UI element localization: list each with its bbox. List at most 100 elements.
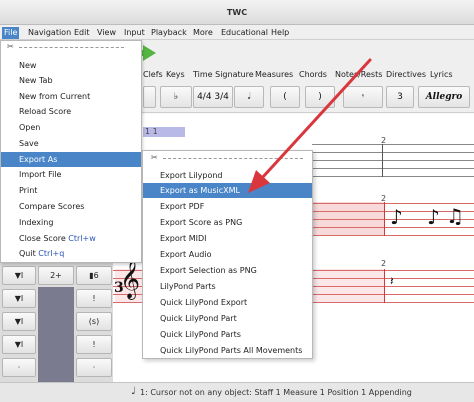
duration-button[interactable]: (s) (76, 312, 112, 331)
menu-item-new-from-current[interactable]: New from Current (1, 89, 141, 104)
left-panel-column (38, 287, 74, 382)
palette-button-time-sig[interactable]: 4/4 3/4 (193, 86, 233, 108)
menu-item-label: Indexing (19, 218, 54, 227)
palette-button-allegro[interactable]: Allegro (418, 86, 470, 108)
menu-item-label: Open (19, 123, 41, 132)
menu-item-label: Compare Scores (19, 202, 85, 211)
export-submenu: ✂ Export Lilypond Export as MusicXML Exp… (142, 150, 313, 359)
staff-line (312, 176, 474, 177)
menu-item-label: Import File (19, 170, 62, 179)
menu-item-indexing[interactable]: Indexing (1, 215, 141, 230)
duration-button[interactable]: ▼I (2, 312, 36, 331)
tearoff-line[interactable] (163, 158, 303, 159)
rest-symbol[interactable]: 𝄽 (390, 274, 394, 289)
menu-playback[interactable]: Playback (149, 27, 189, 39)
menu-item-export-musicxml[interactable]: Export as MusicXML (143, 183, 312, 198)
menu-item-quit[interactable]: Quit Ctrl+q (1, 246, 141, 261)
menu-item-label: Save (19, 139, 39, 148)
palette-button-triplet[interactable]: 3 (386, 86, 414, 108)
menu-item-export-lilypond[interactable]: Export Lilypond (143, 168, 312, 183)
note-eighth[interactable]: ♫ (446, 206, 464, 226)
duration-button[interactable]: · (2, 358, 36, 377)
scissors-icon[interactable]: ✂ (7, 42, 14, 51)
palette-button-rest[interactable]: 𝄾 (343, 86, 383, 108)
menu-view[interactable]: View (95, 27, 118, 39)
note-eighth[interactable]: ♪ (390, 207, 403, 227)
tab-time-signature[interactable]: Time Signature (193, 70, 254, 79)
tab-notes-rests[interactable]: Notes/Rests (335, 70, 382, 79)
menu-item-save[interactable]: Save (1, 136, 141, 151)
play-icon[interactable] (143, 45, 156, 61)
menu-item-label: New from Current (19, 92, 91, 101)
menu-input[interactable]: Input (122, 27, 147, 39)
menu-item-export-as[interactable]: Export As (1, 152, 141, 167)
menu-item-export-pdf[interactable]: Export PDF (143, 199, 312, 214)
palette-button-left[interactable] (143, 86, 156, 108)
menu-item-export-score-png[interactable]: Export Score as PNG (143, 215, 312, 230)
menu-item-import-file[interactable]: Import File (1, 167, 141, 182)
menu-item-quick-lilypond-export[interactable]: Quick LilyPond Export (143, 295, 312, 310)
menu-item-close-score[interactable]: Close Score Ctrl+w (1, 231, 141, 246)
tab-keys[interactable]: Keys (166, 70, 185, 79)
staff-line (312, 160, 474, 161)
menu-help[interactable]: Help (269, 27, 291, 39)
barline (382, 144, 383, 177)
duration-button[interactable]: ▼I (2, 289, 36, 308)
menu-edit[interactable]: Edit (72, 27, 92, 39)
status-bar: ♩ 1: Cursor not on any object: Staff 1 M… (0, 382, 474, 402)
menu-item-label: Print (19, 186, 38, 195)
duration-button[interactable]: ▮6 (76, 266, 112, 285)
menu-item-label: New (19, 61, 37, 70)
menu-educational[interactable]: Educational (219, 27, 270, 39)
menu-item-compare-scores[interactable]: Compare Scores (1, 199, 141, 214)
duration-button[interactable]: ▼I (2, 266, 36, 285)
duration-button[interactable]: ▼I (2, 335, 36, 354)
menu-item-quick-lilypond-parts[interactable]: Quick LilyPond Parts (143, 327, 312, 342)
menu-item-open[interactable]: Open (1, 120, 141, 135)
tab-directives[interactable]: Directives (386, 70, 426, 79)
scissors-icon[interactable]: ✂ (151, 153, 158, 162)
duration-button[interactable]: ! (76, 289, 112, 308)
palette-button-flat[interactable]: ♭ (160, 86, 192, 108)
menu-item-export-midi[interactable]: Export MIDI (143, 231, 312, 246)
note-icon: ♩ (131, 386, 136, 397)
palette-button-close-paren[interactable]: ) (305, 86, 335, 108)
title-bar: TWC (0, 0, 474, 25)
tearoff-line[interactable] (19, 47, 124, 48)
app-window: TWC File Navigation Edit View Input Play… (0, 0, 474, 402)
menu-item-lilypond-parts[interactable]: LilyPond Parts (143, 279, 312, 294)
window-title: TWC (226, 8, 248, 17)
duration-button[interactable]: ! (76, 335, 112, 354)
menu-item-export-audio[interactable]: Export Audio (143, 247, 312, 262)
staff-line (312, 235, 474, 236)
menu-item-quick-lilypond-part[interactable]: Quick LilyPond Part (143, 311, 312, 326)
red-barline (384, 269, 385, 303)
tab-chords[interactable]: Chords (299, 70, 327, 79)
menu-file[interactable]: File (2, 27, 20, 39)
tab-lyrics[interactable]: Lyrics (430, 70, 453, 79)
menu-item-new-tab[interactable]: New Tab (1, 73, 141, 88)
menu-item-label: Quit (19, 249, 36, 258)
menu-item-label: Reload Score (19, 107, 72, 116)
menu-more[interactable]: More (191, 27, 215, 39)
menu-item-reload-score[interactable]: Reload Score (1, 104, 141, 119)
time-signature: 3 (114, 280, 124, 296)
duration-button[interactable]: · (76, 358, 112, 377)
staff-line (312, 144, 474, 145)
menu-item-export-selection-png[interactable]: Export Selection as PNG (143, 263, 312, 278)
staff-line (312, 168, 474, 169)
note-eighth[interactable]: ♪ (427, 207, 440, 227)
status-text: 1: Cursor not on any object: Staff 1 Mea… (140, 388, 412, 397)
menu-item-print[interactable]: Print (1, 183, 141, 198)
shortcut-label: Ctrl+q (38, 249, 65, 258)
tab-clefs[interactable]: Clefs (143, 70, 163, 79)
menu-item-new[interactable]: New (1, 58, 141, 73)
staff-line (312, 152, 474, 153)
tab-measures[interactable]: Measures (255, 70, 293, 79)
duration-button[interactable]: 2+ (38, 266, 74, 285)
menu-item-quick-lilypond-parts-all[interactable]: Quick LilyPond Parts All Movements (143, 343, 312, 358)
menu-item-label: New Tab (19, 76, 53, 85)
palette-button-open-paren[interactable]: ( (270, 86, 300, 108)
palette-button-half-note[interactable]: 𝅗𝅥 (234, 86, 264, 108)
menu-navigation[interactable]: Navigation (26, 27, 73, 39)
